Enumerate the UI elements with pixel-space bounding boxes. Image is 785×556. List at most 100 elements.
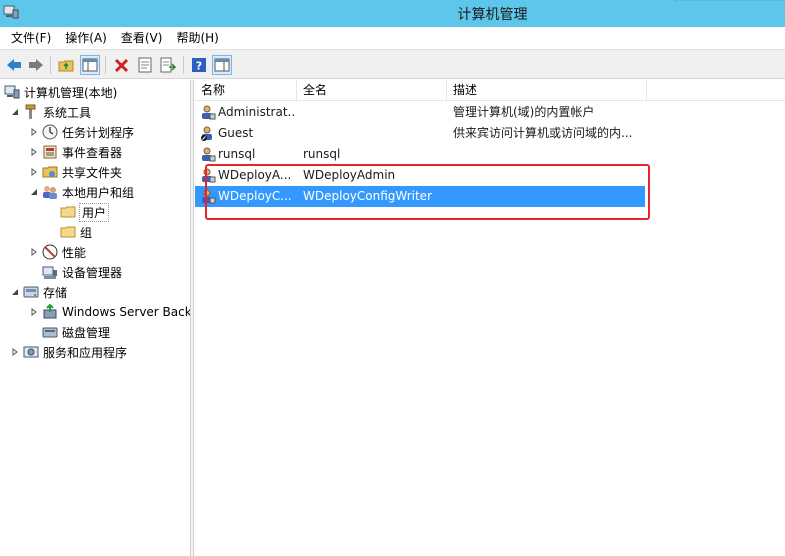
tree-item-groups[interactable]: 组: [60, 222, 92, 242]
users-group-icon: [43, 186, 57, 199]
user-icon: [202, 189, 216, 204]
menu-file[interactable]: 文件(F): [4, 27, 58, 49]
list-item[interactable]: Administrat... 管理计算机(域)的内置帐户: [195, 102, 645, 123]
tree-item-system-tools[interactable]: 系统工具: [10, 102, 91, 122]
column-header-name[interactable]: 名称: [195, 80, 297, 101]
cell-description: 供来宾访问计算机或访问域的内...: [453, 126, 633, 140]
list-item[interactable]: Guest 供来宾访问计算机或访问域的内...: [195, 123, 645, 144]
cell-name: WDeployA...: [218, 168, 292, 182]
expand-arrow-icon[interactable]: [10, 347, 20, 357]
expand-arrow-icon[interactable]: [29, 167, 39, 177]
list-item[interactable]: WDeployA... WDeployAdmin: [195, 165, 645, 186]
pane-splitter[interactable]: [191, 80, 194, 556]
svg-text:?: ?: [196, 60, 202, 73]
cell-name: WDeployC...: [218, 189, 292, 203]
collapse-arrow-icon[interactable]: [10, 107, 20, 117]
tree-label: 磁盘管理: [62, 325, 111, 340]
title-bar-edge: [675, 0, 785, 6]
tree-item-storage[interactable]: 存储: [10, 282, 67, 302]
properties-icon: [138, 57, 152, 73]
cell-description: [453, 144, 643, 165]
title-bar: 计算机管理: [0, 0, 785, 27]
column-header-fullname[interactable]: 全名: [297, 80, 447, 101]
performance-icon: [42, 244, 58, 260]
backup-icon: [43, 304, 57, 319]
delete-button[interactable]: [112, 55, 132, 75]
collapse-arrow-icon[interactable]: [10, 287, 20, 297]
user-disabled-icon: [201, 126, 212, 141]
tree-item-services-apps[interactable]: 服务和应用程序: [10, 342, 127, 362]
tree-item-shared-folders[interactable]: 共享文件夹: [29, 162, 122, 182]
help-icon: ?: [192, 58, 206, 73]
tree-label: 任务计划程序: [62, 125, 135, 140]
column-header-description[interactable]: 描述: [447, 80, 647, 101]
clock-icon: [42, 124, 58, 140]
up-folder-icon: [58, 60, 74, 72]
menu-action[interactable]: 操作(A): [58, 27, 114, 49]
expand-arrow-icon[interactable]: [29, 307, 39, 317]
tree-label: 存储: [43, 285, 68, 300]
folder-icon: [60, 226, 76, 238]
action-pane-icon: [214, 58, 230, 72]
storage-icon: [23, 286, 39, 298]
user-icon: [202, 168, 216, 183]
window-title: 计算机管理: [457, 7, 528, 23]
delete-icon: [114, 58, 129, 73]
tools-icon: [25, 104, 36, 119]
toolbar-separator: [183, 56, 184, 74]
action-pane-button[interactable]: [212, 55, 232, 75]
expand-arrow-icon[interactable]: [29, 247, 39, 257]
tree-label: 本地用户和组: [62, 185, 135, 200]
tree-item-task-scheduler[interactable]: 任务计划程序: [29, 122, 134, 142]
toolbar: ?: [0, 49, 785, 79]
properties-button[interactable]: [135, 55, 155, 75]
menu-help[interactable]: 帮助(H): [169, 27, 225, 49]
cell-name: Administrat...: [218, 105, 296, 119]
tree-label: 组: [80, 225, 93, 240]
console-tree: 计算机管理(本地) 系统工具 任务计划程序 事件查看器 共享文件夹 本地用户和组…: [0, 80, 191, 556]
cell-description: [453, 186, 643, 207]
user-icon: [202, 105, 216, 120]
expand-arrow-icon[interactable]: [29, 127, 39, 137]
tree-label: 设备管理器: [62, 265, 123, 280]
services-icon: [23, 346, 39, 358]
cell-fullname: WDeployConfigWriter: [303, 189, 432, 203]
toolbar-separator: [50, 56, 51, 74]
tree-item-performance[interactable]: 性能: [29, 242, 86, 262]
tree-item-users[interactable]: 用户: [60, 202, 110, 222]
tree-label: 性能: [62, 245, 87, 260]
tree-label: 共享文件夹: [62, 165, 123, 180]
expand-arrow-icon[interactable]: [29, 147, 39, 157]
forward-icon: [29, 59, 43, 71]
menu-bar: 文件(F) 操作(A) 查看(V) 帮助(H): [0, 27, 785, 49]
computer-management-icon: [4, 85, 20, 99]
tree-item-windows-server-backup[interactable]: Windows Server Back: [29, 302, 191, 322]
list-item-selected[interactable]: WDeployC... WDeployConfigWriter: [195, 186, 645, 207]
tree-item-disk-management[interactable]: 磁盘管理: [42, 322, 110, 342]
export-list-button[interactable]: [158, 55, 178, 75]
up-button[interactable]: [57, 55, 77, 75]
disk-management-icon: [42, 327, 58, 338]
tree-item-event-viewer[interactable]: 事件查看器: [29, 142, 122, 162]
menu-view[interactable]: 查看(V): [114, 27, 170, 49]
tree-label: Windows Server Back: [62, 305, 191, 319]
help-button[interactable]: ?: [189, 55, 209, 75]
list-item[interactable]: runsql runsql: [195, 144, 645, 165]
user-list: 名称 全名 描述 Administrat... 管理计算机(域)的内置帐户 Gu…: [195, 80, 785, 556]
back-icon: [7, 59, 21, 71]
back-button[interactable]: [4, 55, 24, 75]
shared-folder-icon: [42, 166, 58, 178]
export-list-icon: [160, 57, 176, 73]
list-header: 名称 全名 描述: [195, 80, 785, 101]
tree-item-device-manager[interactable]: 设备管理器: [42, 262, 122, 282]
show-hide-tree-button[interactable]: [80, 55, 100, 75]
collapse-arrow-icon[interactable]: [29, 187, 39, 197]
folder-icon: [60, 206, 76, 218]
forward-button[interactable]: [26, 55, 46, 75]
tree-label: 计算机管理(本地): [24, 85, 118, 100]
cell-name: Guest: [218, 126, 254, 140]
event-viewer-icon: [43, 145, 57, 159]
tree-item-local-users-groups[interactable]: 本地用户和组: [29, 182, 134, 202]
tree-label: 事件查看器: [62, 145, 123, 160]
tree-item-computer-management[interactable]: 计算机管理(本地): [4, 82, 117, 102]
